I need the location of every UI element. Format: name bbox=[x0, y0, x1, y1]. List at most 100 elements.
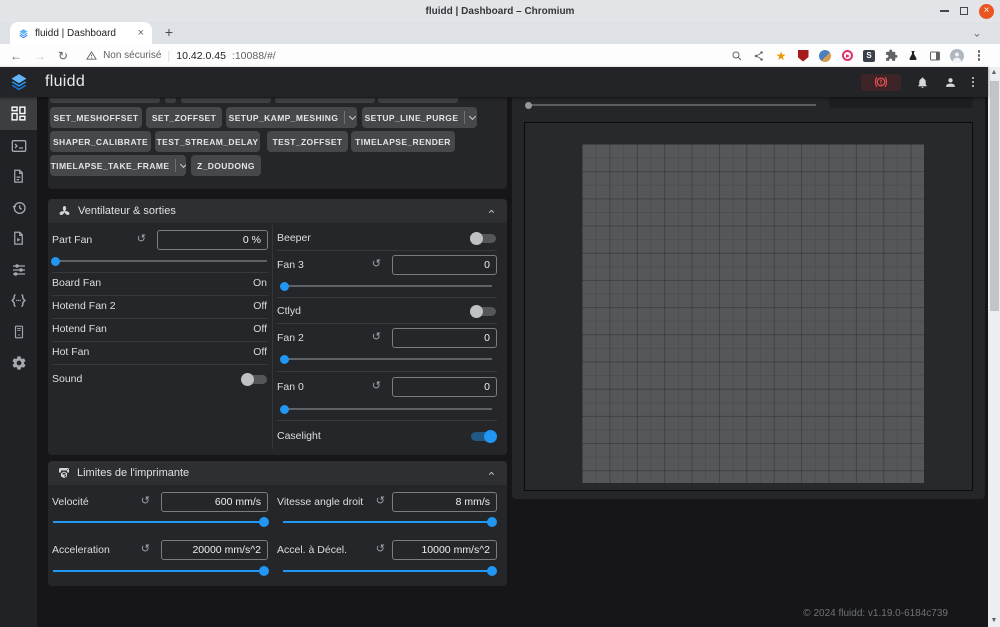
printer-icon bbox=[58, 467, 70, 479]
accel-to-decel-slider[interactable] bbox=[283, 566, 495, 576]
ublock-extension-icon[interactable] bbox=[796, 49, 810, 63]
clipped-control[interactable] bbox=[829, 97, 973, 108]
clipped-macro-button[interactable] bbox=[50, 98, 160, 103]
emergency-stop-button[interactable] bbox=[861, 74, 901, 91]
address-bar[interactable]: Non sécurisé | 10.42.0.45 :10088/#/ bbox=[86, 50, 718, 62]
maximize-button[interactable] bbox=[960, 7, 968, 15]
sidebar-item-jobs[interactable] bbox=[0, 161, 37, 192]
app-bar: fluidd bbox=[0, 67, 988, 97]
browser-menu-icon[interactable] bbox=[972, 49, 986, 63]
back-button[interactable]: ← bbox=[10, 50, 22, 62]
clipped-macro-split[interactable] bbox=[165, 98, 176, 103]
scroll-down-icon[interactable]: ▼ bbox=[988, 615, 1000, 627]
fan3-input[interactable]: 0 bbox=[392, 255, 497, 275]
fan3-slider[interactable] bbox=[282, 281, 492, 291]
clipped-macro-button[interactable] bbox=[181, 98, 271, 103]
share-icon[interactable] bbox=[752, 49, 766, 63]
app-menu-icon[interactable] bbox=[972, 75, 975, 89]
sidebar-item-dashboard[interactable] bbox=[0, 97, 37, 130]
sidebar-item-configure[interactable] bbox=[0, 285, 37, 316]
globe-extension-icon[interactable] bbox=[818, 49, 832, 63]
acceleration-input[interactable]: 20000 mm/s^2 bbox=[161, 540, 268, 560]
macro-params-chevron-icon[interactable] bbox=[464, 111, 477, 124]
collapse-chevron-icon[interactable] bbox=[486, 468, 497, 479]
fan0-input[interactable]: 0 bbox=[392, 377, 497, 397]
preview-progress-slider[interactable] bbox=[528, 100, 816, 110]
video-extension-icon[interactable] bbox=[840, 49, 854, 63]
tab-close-icon[interactable]: × bbox=[138, 28, 144, 38]
macro-params-chevron-icon[interactable] bbox=[175, 159, 186, 172]
reset-icon[interactable]: ↺ bbox=[372, 257, 381, 270]
profile-avatar[interactable] bbox=[950, 49, 964, 63]
fans-card-header[interactable]: Ventilateur & sorties bbox=[48, 199, 507, 223]
preview-viewport[interactable] bbox=[524, 122, 973, 491]
reset-icon[interactable]: ↺ bbox=[137, 232, 146, 245]
macro-button-setup-line-purge[interactable]: SETUP_LINE_PURGE bbox=[362, 107, 477, 128]
fan0-slider[interactable] bbox=[282, 404, 492, 414]
tab-search-chevron-icon[interactable] bbox=[972, 27, 982, 45]
notifications-bell-icon[interactable] bbox=[916, 76, 929, 89]
macro-button-test-zoffset[interactable]: TEST_ZOFFSET bbox=[267, 131, 348, 152]
forward-button[interactable]: → bbox=[34, 50, 46, 62]
url-host: 10.42.0.45 bbox=[176, 50, 226, 62]
macro-button-shaper-calibrate[interactable]: SHAPER_CALIBRATE bbox=[50, 131, 151, 152]
reset-icon[interactable]: ↺ bbox=[141, 494, 150, 507]
fan2-input[interactable]: 0 bbox=[392, 328, 497, 348]
square-corner-velocity-input[interactable]: 8 mm/s bbox=[392, 492, 497, 512]
ctlyd-toggle[interactable] bbox=[471, 307, 496, 316]
reset-icon[interactable]: ↺ bbox=[376, 494, 385, 507]
macro-button-timelapse-render[interactable]: TIMELAPSE_RENDER bbox=[351, 131, 455, 152]
reset-icon[interactable]: ↺ bbox=[376, 542, 385, 555]
velocity-input[interactable]: 600 mm/s bbox=[161, 492, 268, 512]
reset-icon[interactable]: ↺ bbox=[372, 330, 381, 343]
sidebar-item-system[interactable] bbox=[0, 316, 37, 347]
velocity-slider[interactable] bbox=[53, 517, 267, 527]
fan2-slider[interactable] bbox=[282, 354, 492, 364]
reload-button[interactable]: ↻ bbox=[58, 50, 68, 62]
page-scrollbar[interactable]: ▲ ▼ bbox=[988, 67, 1000, 627]
macro-button-set-zoffset[interactable]: SET_ZOFFSET bbox=[146, 107, 222, 128]
macro-button-set-meshoffset[interactable]: SET_MESHOFFSET bbox=[50, 107, 142, 128]
sound-toggle[interactable] bbox=[242, 375, 267, 384]
acceleration-slider[interactable] bbox=[53, 566, 267, 576]
reset-icon[interactable]: ↺ bbox=[372, 379, 381, 392]
scroll-up-icon[interactable]: ▲ bbox=[988, 67, 1000, 79]
scrollbar-thumb[interactable] bbox=[990, 81, 999, 311]
minimize-button[interactable] bbox=[940, 10, 949, 12]
macro-button-setup-kamp-meshing[interactable]: SETUP_KAMP_MESHING bbox=[226, 107, 357, 128]
beeper-toggle[interactable] bbox=[471, 234, 496, 243]
macro-button-z-doudong[interactable]: Z_DOUDONG bbox=[191, 155, 261, 176]
browser-tab[interactable]: fluidd | Dashboard × bbox=[10, 22, 152, 44]
part-fan-slider[interactable] bbox=[53, 256, 267, 266]
accel-to-decel-input[interactable]: 10000 mm/s^2 bbox=[392, 540, 497, 560]
sidebar-item-history[interactable] bbox=[0, 192, 37, 223]
side-panel-icon[interactable] bbox=[928, 49, 942, 63]
s-extension-icon[interactable]: S bbox=[862, 49, 876, 63]
clipped-macro-button[interactable] bbox=[378, 98, 458, 103]
bookmark-star-icon[interactable]: ★ bbox=[774, 49, 788, 63]
macro-button-test-stream-delay[interactable]: TEST_STREAM_DELAY bbox=[155, 131, 260, 152]
sidebar-item-gcode-preview[interactable] bbox=[0, 223, 37, 254]
square-corner-velocity-slider[interactable] bbox=[283, 517, 495, 527]
caselight-toggle[interactable] bbox=[471, 432, 496, 441]
acceleration-control: Acceleration ↺ 20000 mm/s^2 bbox=[52, 540, 268, 560]
flask-extension-icon[interactable] bbox=[906, 49, 920, 63]
fluidd-logo-icon[interactable] bbox=[0, 72, 37, 92]
sidebar-item-tune[interactable] bbox=[0, 254, 37, 285]
hot-fan-row: Hot FanOff bbox=[52, 342, 268, 362]
fluidd-favicon-icon bbox=[18, 28, 29, 39]
macro-params-chevron-icon[interactable] bbox=[344, 111, 357, 124]
collapse-chevron-icon[interactable] bbox=[486, 206, 497, 217]
part-fan-input[interactable]: 0 % bbox=[157, 230, 268, 250]
macro-button-timelapse-take-frame[interactable]: TIMELAPSE_TAKE_FRAME bbox=[50, 155, 186, 176]
new-tab-button[interactable]: + bbox=[160, 24, 178, 42]
sidebar-item-console[interactable] bbox=[0, 130, 37, 161]
zoom-icon[interactable] bbox=[730, 49, 744, 63]
reset-icon[interactable]: ↺ bbox=[141, 542, 150, 555]
sidebar-item-settings[interactable] bbox=[0, 347, 37, 378]
limits-card-header[interactable]: Limites de l'imprimante bbox=[48, 461, 507, 485]
clipped-macro-button[interactable] bbox=[275, 98, 375, 103]
user-icon[interactable] bbox=[944, 76, 957, 89]
extensions-puzzle-icon[interactable] bbox=[884, 49, 898, 63]
close-button[interactable]: × bbox=[979, 4, 994, 19]
